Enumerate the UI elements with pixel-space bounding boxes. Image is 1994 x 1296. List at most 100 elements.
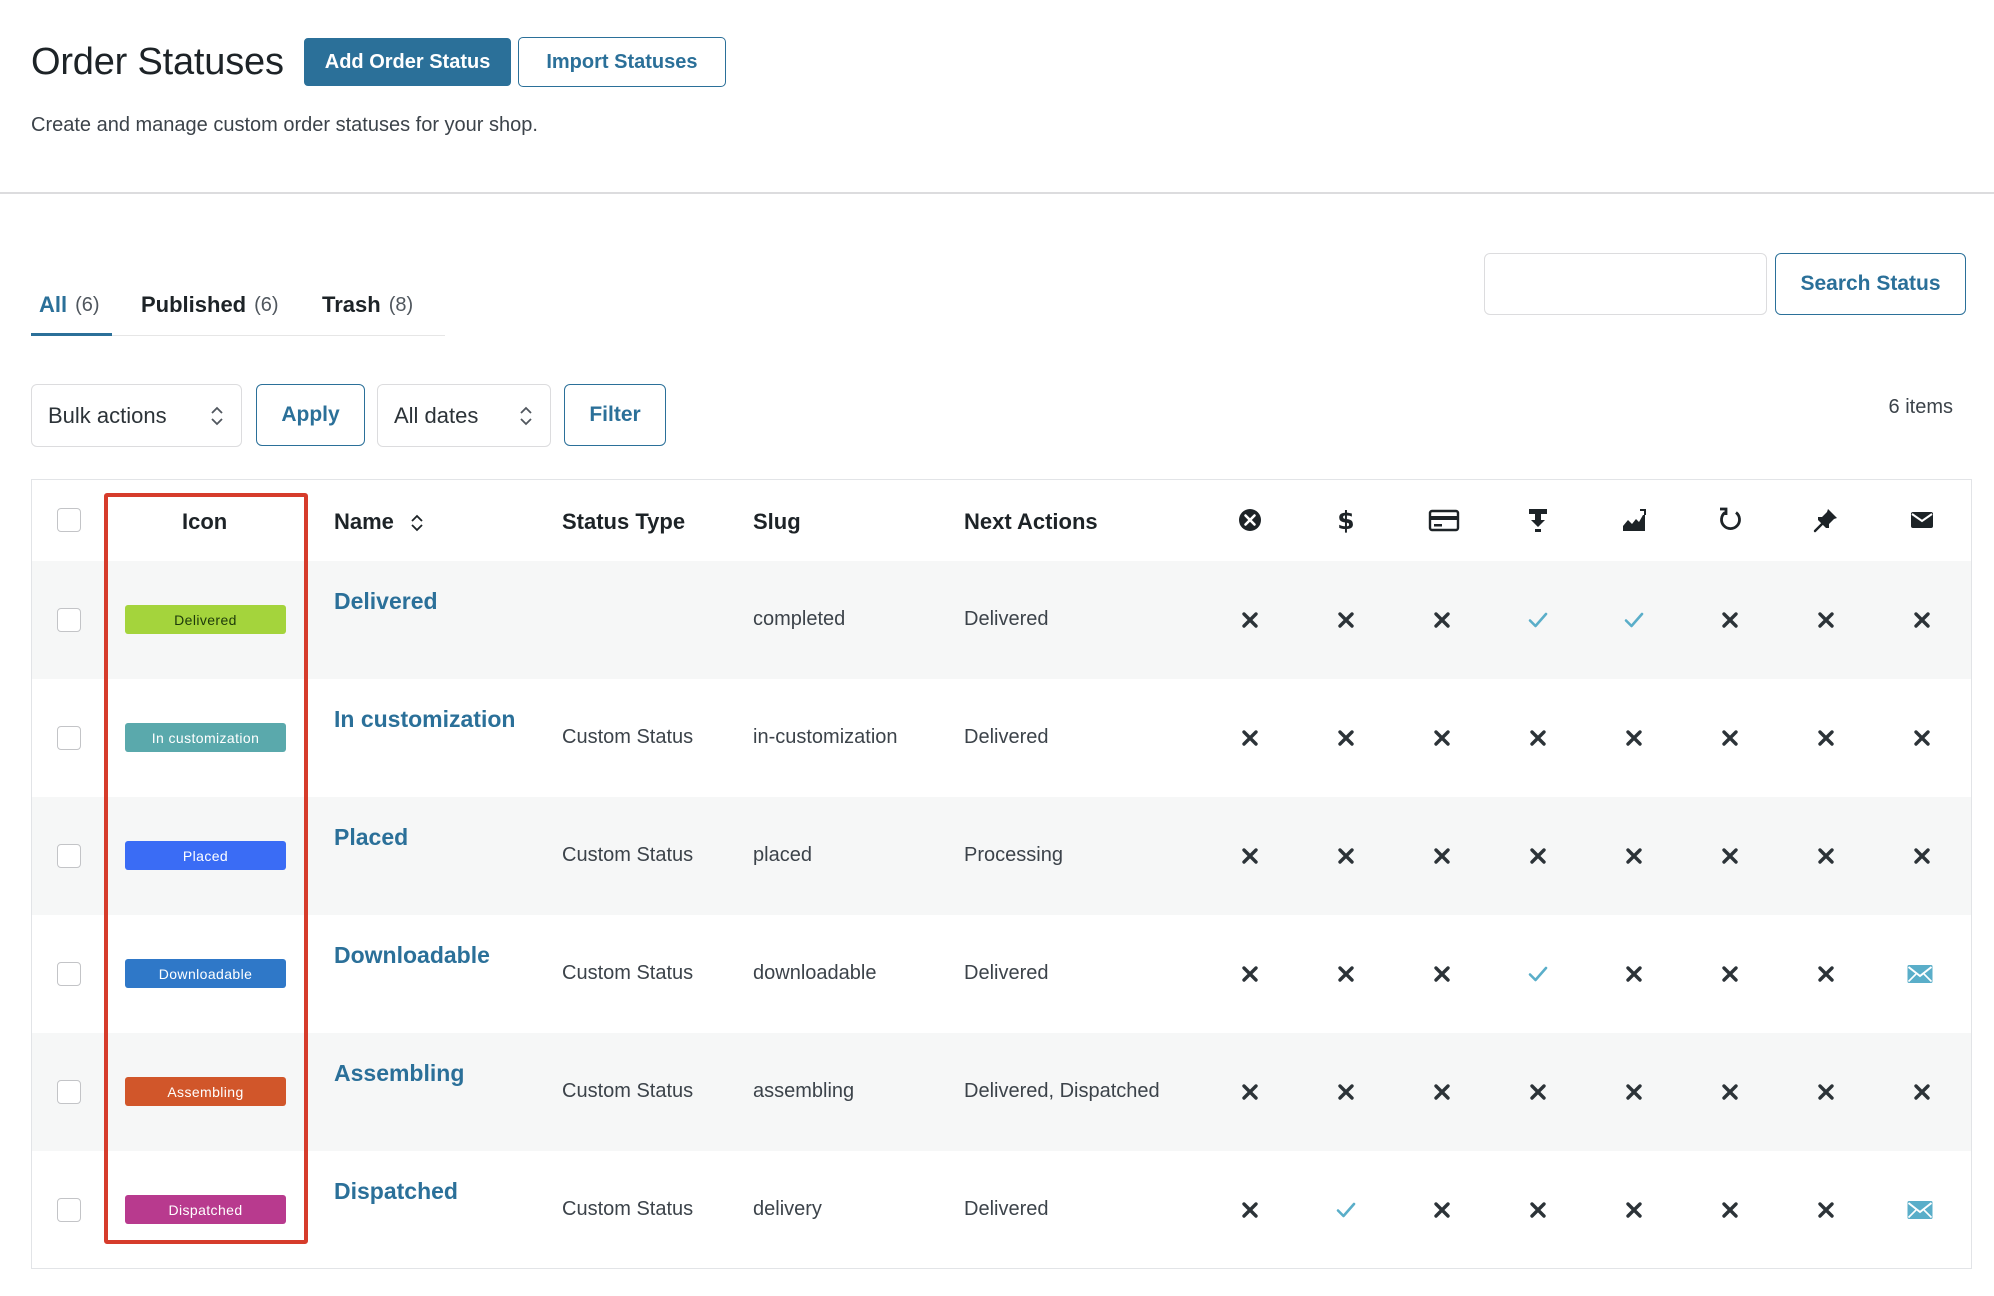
cross-icon <box>1238 844 1262 868</box>
sort-icon <box>411 514 423 532</box>
status-badge: Downloadable <box>125 959 286 988</box>
slug-cell: placed <box>753 844 812 866</box>
tab-count: (8) <box>388 294 414 316</box>
row-checkbox[interactable] <box>57 844 81 868</box>
status-type-cell: Custom Status <box>562 726 694 748</box>
column-header-status-type: Status Type <box>562 509 686 534</box>
refresh-icon <box>1720 507 1741 531</box>
import-statuses-button[interactable]: Import Statuses <box>518 37 726 87</box>
next-actions-cell: Delivered, Dispatched <box>964 1080 1160 1102</box>
cross-icon <box>1814 844 1838 868</box>
dates-select[interactable]: All dates <box>377 384 551 447</box>
status-name-link[interactable]: Dispatched <box>334 1178 458 1205</box>
cross-icon <box>1622 844 1646 868</box>
tab-all[interactable]: All (6) <box>31 292 112 336</box>
cross-icon <box>1718 726 1742 750</box>
next-actions-cell: Delivered <box>964 608 1049 630</box>
cross-icon <box>1238 962 1262 986</box>
status-badge: In customization <box>125 723 286 752</box>
tab-trash[interactable]: Trash (8) <box>322 292 413 336</box>
tab-published[interactable]: Published (6) <box>141 292 279 336</box>
svg-text:$: $ <box>1337 506 1354 534</box>
next-actions-cell: Processing <box>964 844 1063 866</box>
check-icon <box>1622 608 1646 632</box>
slug-cell: completed <box>753 608 846 630</box>
table-row: Downloadable Downloadable Custom Status dow… <box>32 915 1971 1033</box>
cross-icon <box>1430 962 1454 986</box>
status-name-link[interactable]: Delivered <box>334 588 438 615</box>
cross-icon <box>1814 608 1838 632</box>
cross-icon <box>1622 1080 1646 1104</box>
dollar-icon: $ <box>1337 506 1354 534</box>
status-type-cell: Custom Status <box>562 962 694 984</box>
cross-icon <box>1718 962 1742 986</box>
cross-icon <box>1238 608 1262 632</box>
cross-icon <box>1334 608 1358 632</box>
column-header-slug: Slug <box>753 509 801 534</box>
cross-icon <box>1814 1198 1838 1222</box>
page-title: Order Statuses <box>31 40 284 83</box>
status-name-link[interactable]: In customization <box>334 706 515 733</box>
dates-value: All dates <box>394 402 479 428</box>
cross-icon <box>1238 726 1262 750</box>
search-input[interactable] <box>1484 253 1767 315</box>
chart-icon <box>1623 509 1646 531</box>
tab-label: All <box>39 292 68 317</box>
chevron-up-down-icon <box>211 406 223 426</box>
row-checkbox[interactable] <box>57 962 81 986</box>
cross-icon <box>1718 1198 1742 1222</box>
tab-label: Trash <box>322 292 381 317</box>
tab-label: Published <box>141 292 247 317</box>
bulk-actions-value: Bulk actions <box>48 402 167 428</box>
filter-button[interactable]: Filter <box>564 384 666 446</box>
credit-card-icon <box>1428 509 1460 532</box>
bulk-actions-select[interactable]: Bulk actions <box>31 384 242 447</box>
order-statuses-table: Icon Name Status Type Slug Next Actions … <box>31 479 1972 1269</box>
status-type-cell: Custom Status <box>562 1080 694 1102</box>
row-checkbox[interactable] <box>57 608 81 632</box>
cross-icon <box>1622 1198 1646 1222</box>
table-header: Icon Name Status Type Slug Next Actions … <box>32 480 1971 561</box>
slug-cell: in-customization <box>753 726 898 748</box>
items-count: 6 items <box>1888 396 1953 418</box>
cross-icon <box>1526 1080 1550 1104</box>
next-actions-cell: Delivered <box>964 962 1049 984</box>
cancel-circle-icon <box>1239 509 1261 531</box>
status-filter-tabs: All (6) Published (6) Trash (8) <box>31 292 445 336</box>
select-all-checkbox[interactable] <box>57 508 81 532</box>
cross-icon <box>1430 844 1454 868</box>
table-row: In customization In customization Custom S… <box>32 679 1971 797</box>
cross-icon <box>1334 844 1358 868</box>
status-badge: Placed <box>125 841 286 870</box>
column-header-name[interactable]: Name <box>334 509 424 535</box>
cross-icon <box>1718 844 1742 868</box>
email-icon <box>1906 1198 1933 1222</box>
cross-icon <box>1238 1080 1262 1104</box>
next-actions-cell: Delivered <box>964 726 1049 748</box>
cross-icon <box>1430 1198 1454 1222</box>
cross-icon <box>1910 726 1934 750</box>
slug-cell: delivery <box>753 1198 822 1220</box>
header-divider <box>0 192 1994 194</box>
page-subtitle: Create and manage custom order statuses … <box>31 114 538 136</box>
check-icon <box>1334 1198 1358 1222</box>
search-status-button[interactable]: Search Status <box>1775 253 1966 315</box>
row-checkbox[interactable] <box>57 726 81 750</box>
status-name-link[interactable]: Assembling <box>334 1060 464 1087</box>
cross-icon <box>1622 962 1646 986</box>
status-name-link[interactable]: Downloadable <box>334 942 490 969</box>
row-checkbox[interactable] <box>57 1080 81 1104</box>
cross-icon <box>1526 844 1550 868</box>
status-name-link[interactable]: Placed <box>334 824 408 851</box>
slug-cell: assembling <box>753 1080 855 1102</box>
cross-icon <box>1334 726 1358 750</box>
row-checkbox[interactable] <box>57 1198 81 1222</box>
cross-icon <box>1622 726 1646 750</box>
column-header-label: Name <box>334 509 394 534</box>
add-order-status-button[interactable]: Add Order Status <box>303 38 512 86</box>
table-row: Delivered Delivered completed Delivered <box>32 561 1971 679</box>
apply-button[interactable]: Apply <box>256 384 365 446</box>
cross-icon <box>1910 844 1934 868</box>
cross-icon <box>1814 726 1838 750</box>
column-header-next-actions: Next Actions <box>964 509 1098 534</box>
